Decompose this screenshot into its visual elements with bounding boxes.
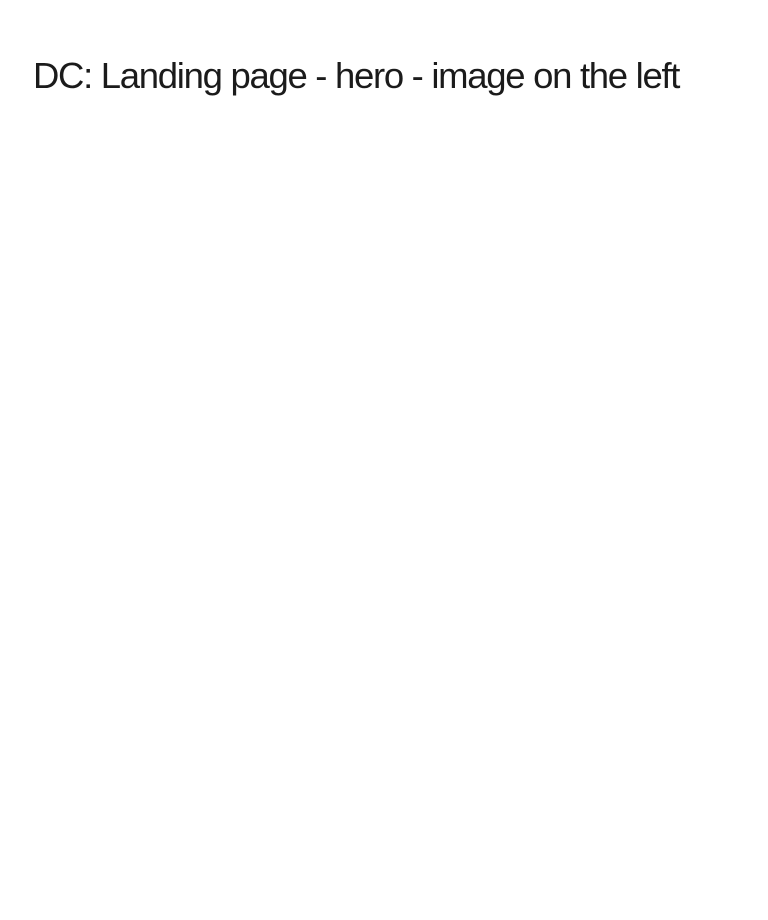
- page-frame: DC: Landing page - hero - image on the l…: [0, 0, 768, 920]
- page-title: DC: Landing page - hero - image on the l…: [33, 55, 680, 96]
- empty-canvas-area: [0, 130, 768, 920]
